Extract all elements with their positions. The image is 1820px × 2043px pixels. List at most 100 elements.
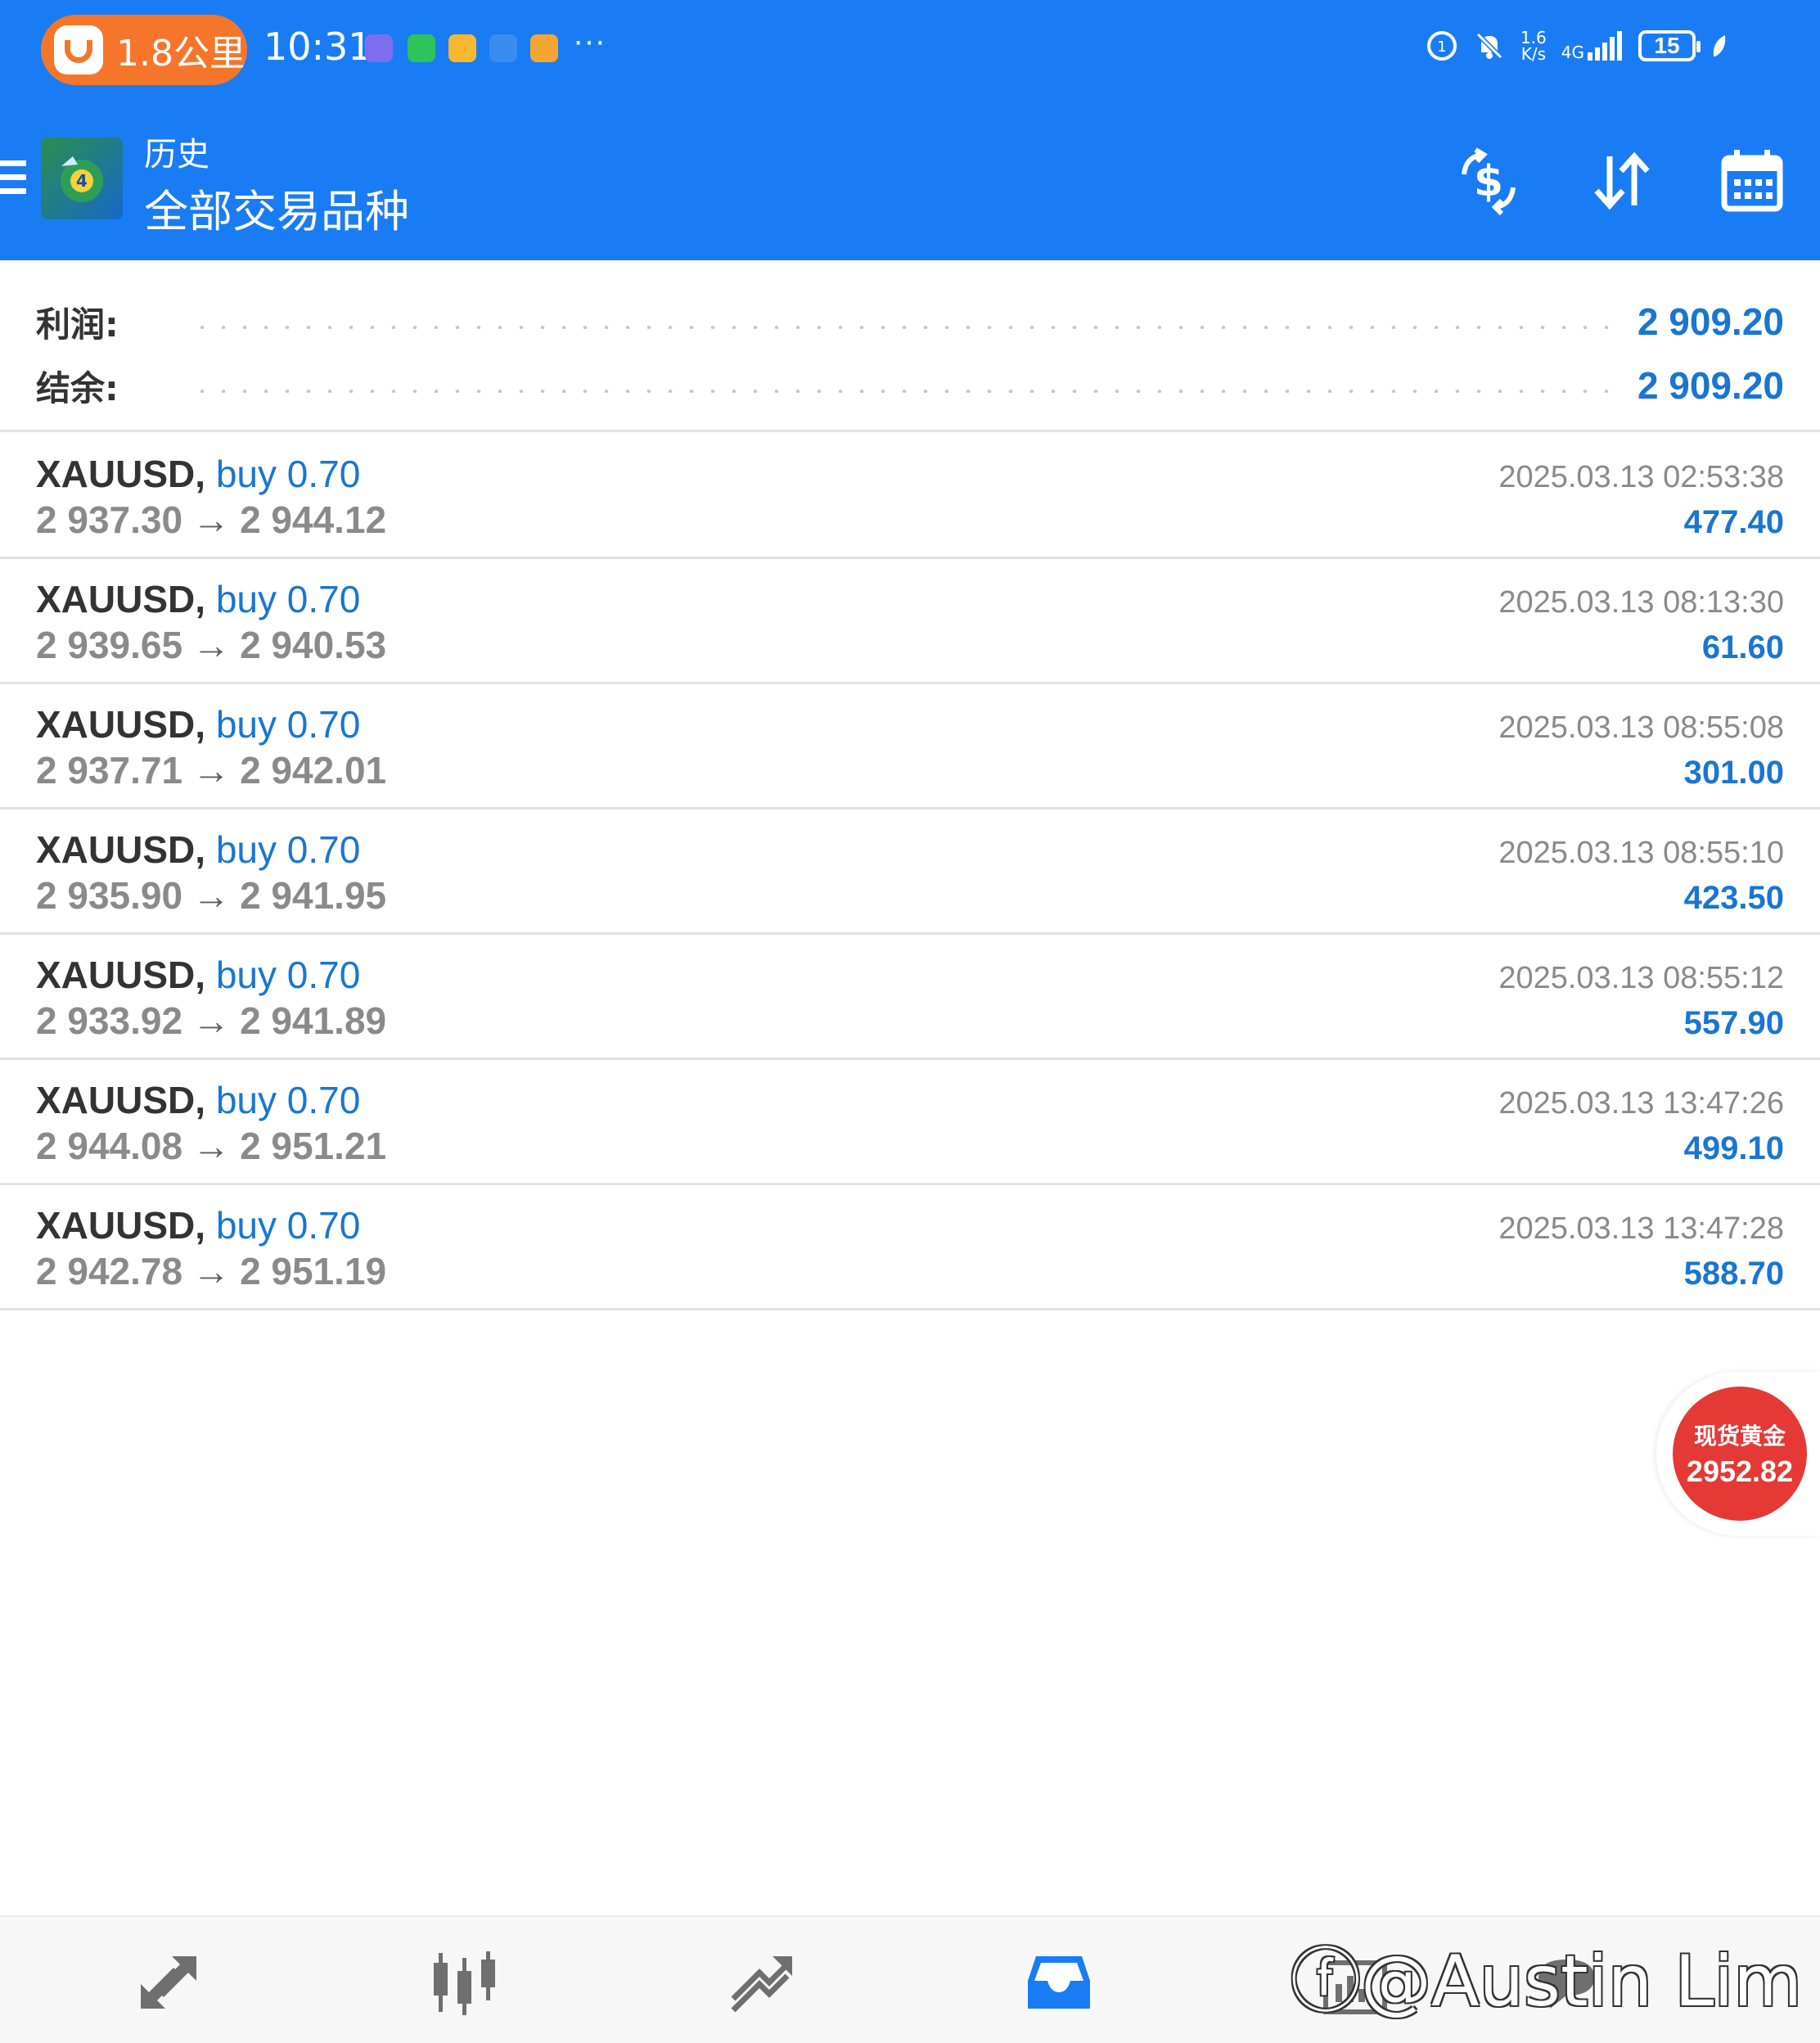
deal-close-price: 2 940.53 xyxy=(240,624,387,666)
balance-row: 结余: 2 909.20 xyxy=(36,357,1784,414)
deal-close-price: 2 944.12 xyxy=(240,498,387,541)
deal-prices: 2 933.92 → 2 941.89 xyxy=(36,999,386,1043)
battery-indicator: 15 xyxy=(1638,30,1701,61)
status-time: 10:31 xyxy=(264,25,372,69)
nav-trade[interactable] xyxy=(720,1942,802,2023)
deals-list: XAUUSD, buy 0.70 2 937.30 → 2 944.12 2025.… xyxy=(0,434,1820,1310)
deal-prices: 2 939.65 → 2 940.53 xyxy=(36,623,386,667)
deal-symbol: XAUUSD, xyxy=(36,1079,206,1121)
deal-row[interactable]: XAUUSD, buy 0.70 2 937.30 → 2 944.12 2025.… xyxy=(0,434,1820,559)
deal-profit: 557.90 xyxy=(1683,1005,1784,1041)
balance-label: 结余: xyxy=(36,368,119,408)
svg-text:4: 4 xyxy=(76,171,88,191)
deal-header: XAUUSD, buy 0.70 xyxy=(36,1203,360,1247)
deal-row[interactable]: XAUUSD, buy 0.70 2 939.65 → 2 940.53 2025.… xyxy=(0,559,1820,684)
network-speed-value: 1.6 xyxy=(1520,28,1547,47)
deal-prices: 2 942.78 → 2 951.19 xyxy=(36,1249,386,1293)
network-speed-unit: K/s xyxy=(1520,44,1546,64)
deal-header: XAUUSD, buy 0.70 xyxy=(36,828,360,872)
arrow-right-icon: → xyxy=(192,749,231,791)
deal-side-volume: buy 0.70 xyxy=(215,1079,361,1121)
deal-header: XAUUSD, buy 0.70 xyxy=(36,953,360,997)
deal-open-price: 2 937.71 xyxy=(36,749,183,791)
floating-quote-widget[interactable]: 现货黄金 2952.82 xyxy=(1656,1372,1820,1536)
deal-close-price: 2 951.21 xyxy=(240,1125,387,1167)
nav-chart[interactable] xyxy=(424,1942,506,2023)
deal-row[interactable]: XAUUSD, buy 0.70 2 933.92 → 2 941.89 2025.… xyxy=(0,935,1820,1060)
sort-button[interactable] xyxy=(1584,144,1658,218)
deal-side-volume: buy 0.70 xyxy=(215,1204,361,1247)
status-bar: 1.8公里 10:31 ··· 1 1.6 K/s 4G 15 xyxy=(0,0,1820,106)
currency-exchange-icon: $ xyxy=(1462,147,1516,215)
deal-profit: 477.40 xyxy=(1683,504,1784,540)
deal-row[interactable]: XAUUSD, buy 0.70 2 935.90 → 2 941.95 2025.… xyxy=(0,810,1820,935)
deal-side-volume: buy 0.70 xyxy=(215,954,361,996)
notification-app-icon xyxy=(530,34,558,62)
network-type: 4G xyxy=(1561,43,1584,62)
calendar-icon xyxy=(1721,150,1783,212)
mute-bell-icon xyxy=(1475,32,1503,60)
arrow-right-icon: → xyxy=(192,874,231,917)
deal-symbol: XAUUSD, xyxy=(36,703,206,746)
deal-prices: 2 944.08 → 2 951.21 xyxy=(36,1124,386,1168)
deal-row[interactable]: XAUUSD, buy 0.70 2 942.78 → 2 951.19 2025.… xyxy=(0,1185,1820,1310)
arrow-right-icon: → xyxy=(192,1125,231,1167)
arrow-right-icon: → xyxy=(192,999,231,1042)
notification-app-icon xyxy=(365,34,393,62)
battery-level: 15 xyxy=(1654,33,1680,58)
dotted-leader xyxy=(191,390,1613,393)
ride-status-pill[interactable]: 1.8公里 xyxy=(41,15,247,85)
calendar-button[interactable] xyxy=(1715,144,1789,218)
notification-app-icon xyxy=(448,34,476,62)
arrow-right-icon: → xyxy=(192,498,231,541)
deal-header: XAUUSD, buy 0.70 xyxy=(36,452,360,496)
deal-time: 2025.03.13 02:53:38 xyxy=(1498,460,1784,494)
more-notifications-icon: ··· xyxy=(573,23,606,59)
network-speed: 1.6 K/s xyxy=(1520,29,1547,62)
deal-open-price: 2 935.90 xyxy=(36,874,183,917)
nav-quotes[interactable] xyxy=(128,1942,209,2023)
deal-close-price: 2 951.19 xyxy=(240,1250,387,1292)
ride-app-icon xyxy=(54,25,103,74)
metatrader-logo-icon: 4 xyxy=(61,156,103,202)
deal-symbol: XAUUSD, xyxy=(36,578,206,620)
threads-logo-icon: ⓕ xyxy=(1290,1941,1361,2023)
symbol-filter[interactable]: 全部交易品种 xyxy=(144,175,409,240)
deal-time: 2025.03.13 08:55:12 xyxy=(1498,961,1784,995)
charging-leaf-icon xyxy=(1713,35,1726,56)
deal-prices: 2 935.90 → 2 941.95 xyxy=(36,873,386,918)
deal-row[interactable]: XAUUSD, buy 0.70 2 944.08 → 2 951.21 2025.… xyxy=(0,1060,1820,1185)
sort-icon xyxy=(1594,151,1650,210)
deal-time: 2025.03.13 08:55:08 xyxy=(1498,710,1784,745)
deal-symbol: XAUUSD, xyxy=(36,453,206,495)
currency-exchange-button[interactable]: $ xyxy=(1452,144,1525,218)
app-bar: 4 历史 全部交易品种 $ xyxy=(0,115,1820,260)
deal-close-price: 2 941.89 xyxy=(240,999,387,1042)
deal-prices: 2 937.30 → 2 944.12 xyxy=(36,498,386,542)
svg-text:1: 1 xyxy=(1437,38,1446,56)
dotted-leader xyxy=(191,326,1613,329)
balance-value: 2 909.20 xyxy=(1637,364,1784,407)
deal-close-price: 2 941.95 xyxy=(240,874,387,917)
watermark-handle: @Austin Lim xyxy=(1360,1941,1802,2023)
menu-icon[interactable] xyxy=(0,160,28,196)
watermark: ⓕ@Austin Lim xyxy=(1291,1923,1802,2026)
top-bar: 1.8公里 10:31 ··· 1 1.6 K/s 4G 15 4 历史 全部交… xyxy=(0,0,1820,260)
deal-row[interactable]: XAUUSD, buy 0.70 2 937.71 → 2 942.01 2025.… xyxy=(0,684,1820,810)
nav-history[interactable] xyxy=(1018,1942,1100,2023)
deal-symbol: XAUUSD, xyxy=(36,828,206,871)
history-icon xyxy=(1028,1956,1090,2009)
deal-side-volume: buy 0.70 xyxy=(215,828,361,871)
signal-bars-icon xyxy=(1588,31,1622,61)
deal-side-volume: buy 0.70 xyxy=(215,453,361,495)
deal-symbol: XAUUSD, xyxy=(36,954,206,996)
hd-voice-icon: 1 xyxy=(1426,31,1457,61)
deal-open-price: 2 942.78 xyxy=(36,1250,183,1292)
deal-header: XAUUSD, buy 0.70 xyxy=(36,1078,360,1122)
deal-time: 2025.03.13 13:47:28 xyxy=(1498,1211,1784,1246)
deal-open-price: 2 939.65 xyxy=(36,624,183,666)
quotes-icon xyxy=(141,1956,196,2009)
trade-icon xyxy=(731,1956,792,2013)
deal-open-price: 2 933.92 xyxy=(36,999,183,1042)
spot-gold-badge[interactable]: 现货黄金 2952.82 xyxy=(1673,1387,1807,1521)
